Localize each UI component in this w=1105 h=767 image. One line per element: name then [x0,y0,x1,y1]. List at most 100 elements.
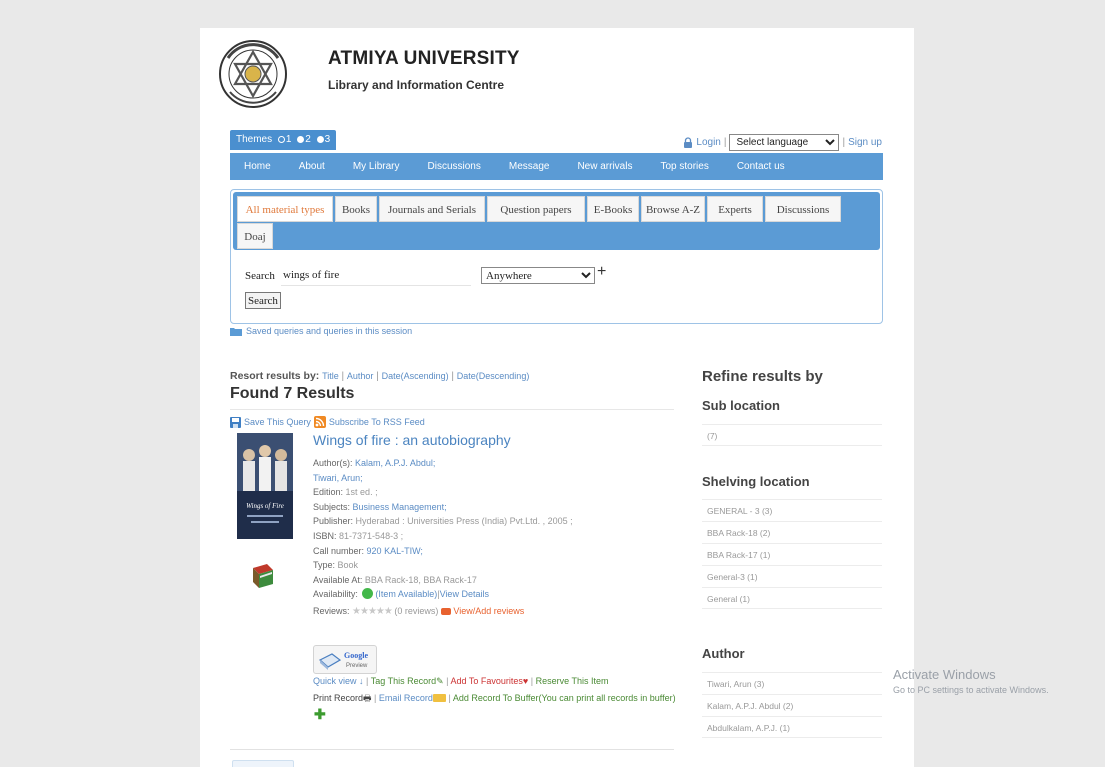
signup-link[interactable]: Sign up [848,137,882,148]
theme-option-2[interactable]: 2 [305,134,311,145]
subscribe-rss-link[interactable]: Subscribe To RSS Feed [329,417,425,427]
tab-books[interactable]: Books [335,196,377,222]
view-details-link[interactable]: View Details [440,589,489,599]
facet-item[interactable]: BBA Rack-18 (2) [702,521,882,543]
facet-item[interactable]: Tiwari, Arun (3) [702,672,882,694]
tab-discussions[interactable]: Discussions [765,196,841,222]
call-number-label: Call number: [313,545,365,556]
book-type-icon [253,564,273,588]
tab-doaj[interactable]: Doaj [237,223,273,249]
facet-item[interactable]: BBA Rack-17 (1) [702,543,882,565]
nav-message[interactable]: Message [495,161,564,172]
separator: | [338,371,347,382]
add-plus-icon[interactable]: ✚ [314,706,326,723]
nav-about[interactable]: About [285,161,339,172]
result-details: Author(s): Kalam, A.P.J. Abdul; Tiwari, … [313,456,683,620]
separator: | [448,371,457,382]
watermark-line-2: Go to PC settings to activate Windows. [893,685,1049,695]
add-favourites-link[interactable]: Add To Favourites [451,676,523,686]
library-page: ATMIYA UNIVERSITY Library and Informatio… [200,28,914,767]
tab-e-books[interactable]: E-Books [587,196,639,222]
tag-record-link[interactable]: Tag This Record [371,676,436,686]
email-record-link[interactable]: Email Record [379,693,433,703]
available-at-value: BBA Rack-18, BBA Rack-17 [364,574,477,585]
result-title-link[interactable]: Wings of fire : an autobiography [313,432,511,448]
sort-date-asc-link[interactable]: Date(Ascending) [382,371,449,381]
nav-discussions[interactable]: Discussions [414,161,495,172]
query-actions: Save This Query Subscribe To RSS Feed [230,416,425,428]
search-input[interactable] [281,265,471,286]
facet-item[interactable]: General (1) [702,587,882,609]
theme-radio-2[interactable] [297,135,305,143]
library-subtitle: Library and Information Centre [328,78,505,92]
isbn-label: ISBN: [313,530,337,541]
call-number-link[interactable]: 920 KAL-TIW; [367,546,423,556]
facet-item[interactable]: General-3 (1) [702,565,882,587]
tab-all-material-types[interactable]: All material types [237,196,333,222]
language-select[interactable]: Select language [729,134,840,151]
author-link-1[interactable]: Kalam, A.P.J. Abdul; [355,458,435,468]
quick-view-link[interactable]: Quick view [313,676,357,686]
author-link-2[interactable]: Tiwari, Arun; [313,473,363,483]
add-search-field-button[interactable]: + [597,263,606,281]
tab-question-papers[interactable]: Question papers [487,196,585,222]
nav-top-stories[interactable]: Top stories [646,161,722,172]
svg-text:Google: Google [344,651,368,660]
facet-item[interactable]: (7) [702,424,882,446]
add-to-buffer-link[interactable]: Add Record To Buffer(You can print all r… [453,693,676,703]
separator: | [842,137,846,148]
heart-icon: ♥ [522,676,529,686]
divider [230,409,674,410]
google-preview-button[interactable]: Google Preview [313,645,377,674]
theme-radio-3[interactable] [316,135,324,143]
reserve-item-link[interactable]: Reserve This Item [536,676,609,686]
tab-experts[interactable]: Experts [707,196,763,222]
record-actions-row-1: Quick view ↓ | Tag This Record✎ | Add To… [313,676,608,687]
facet-item[interactable]: Abdulkalam, A.P.J. (1) [702,716,882,738]
main-navbar: Home About My Library Discussions Messag… [230,153,883,180]
resort-label: Resort results by: [230,370,320,382]
subjects-label: Subjects: [313,501,351,512]
nav-contact-us[interactable]: Contact us [723,161,799,172]
university-logo-icon [219,40,287,108]
book-cover-image[interactable]: Wings of Fire [237,433,293,539]
facet-item[interactable]: GENERAL - 3 (3) [702,499,882,521]
pagination-tab[interactable] [232,760,294,767]
sort-title-link[interactable]: Title [322,371,339,381]
separator: | [373,371,382,382]
tab-browse-a-z[interactable]: Browse A-Z [641,196,705,222]
search-scope-select[interactable]: Anywhere [481,267,595,284]
rating-stars-icon[interactable]: ★★★★★ [352,606,393,617]
view-add-reviews-link[interactable]: View/Add reviews [453,606,524,616]
theme-switcher: Themes 1 2 3 [230,130,337,150]
subject-link[interactable]: Business Management; [353,502,447,512]
university-name: ATMIYA UNIVERSITY [328,48,520,69]
save-query-link[interactable]: Save This Query [244,417,311,427]
google-preview-icon: Google Preview [318,651,368,670]
nav-new-arrivals[interactable]: New arrivals [563,161,646,172]
facet-heading-shelving-location: Shelving location [702,474,810,489]
themes-label: Themes [236,134,273,145]
availability-label: Availability: [313,589,358,600]
theme-option-1[interactable]: 1 [286,134,292,145]
theme-radio-1[interactable] [277,135,285,143]
facet-item[interactable]: Kalam, A.P.J. Abdul (2) [702,694,882,716]
publisher-value: Hyderabad : Universities Press (India) P… [355,516,573,527]
nav-home[interactable]: Home [230,161,285,172]
nav-my-library[interactable]: My Library [339,161,414,172]
type-label: Type: [313,560,336,571]
availability-value: (Item Available) [375,589,438,600]
sort-date-desc-link[interactable]: Date(Descending) [457,371,530,381]
theme-option-3[interactable]: 3 [325,134,331,145]
print-record-link[interactable]: Print Record [313,693,363,703]
sort-author-link[interactable]: Author [347,371,374,381]
reviews-label: Reviews: [313,605,350,616]
folder-icon [230,327,242,336]
isbn-value: 81-7371-548-3 ; [339,530,404,541]
search-button[interactable]: Search [245,292,281,309]
available-status-icon [362,588,374,600]
tab-journals-and-serials[interactable]: Journals and Serials [379,196,485,222]
saved-queries-link[interactable]: Saved queries and queries in this sessio… [246,326,412,336]
authors-label: Author(s): [313,458,353,468]
login-link[interactable]: Login [696,137,720,148]
